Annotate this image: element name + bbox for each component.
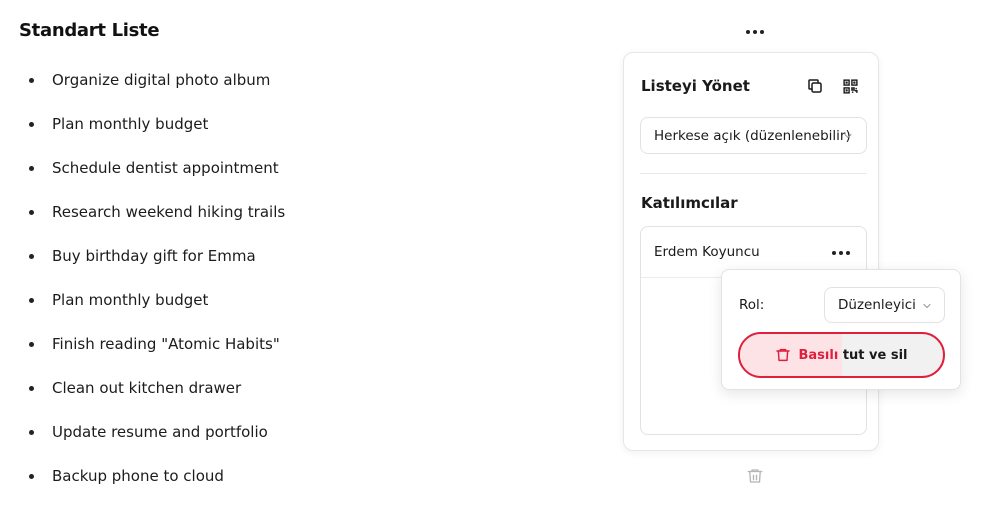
hold-to-delete-button[interactable]: Basılı tut ve sil — [738, 332, 945, 378]
role-value: Düzenleyici — [838, 297, 916, 313]
task-label: Update resume and portfolio — [52, 423, 268, 441]
hold-delete-content: Basılı tut ve sil — [740, 334, 943, 376]
task-item[interactable]: Update resume and portfolio — [0, 410, 285, 454]
task-label: Organize digital photo album — [52, 71, 271, 89]
task-item[interactable]: Schedule dentist appointment — [0, 146, 285, 190]
task-list: Organize digital photo album Plan monthl… — [0, 58, 285, 498]
task-label: Clean out kitchen drawer — [52, 379, 242, 397]
task-label: Plan monthly budget — [52, 115, 209, 133]
role-select[interactable]: Düzenleyici — [824, 287, 945, 323]
delete-label-highlight: Basılı — [798, 347, 839, 363]
manage-list-panel: Listeyi Yönet Herkese açık (düzenlenebil… — [623, 52, 879, 451]
bullet — [29, 386, 34, 391]
trash-icon — [747, 469, 763, 483]
more-horizontal-icon — [832, 251, 850, 255]
delete-task-button[interactable] — [746, 467, 764, 485]
page-title: Standart Liste — [19, 20, 160, 41]
task-label: Schedule dentist appointment — [52, 159, 279, 177]
role-label: Rol: — [739, 297, 765, 313]
bullet — [29, 254, 34, 259]
task-item[interactable]: Organize digital photo album — [0, 58, 285, 102]
qr-code-button[interactable] — [839, 75, 861, 97]
participant-options-button[interactable] — [827, 243, 855, 263]
task-item[interactable]: Plan monthly budget — [0, 102, 285, 146]
bullet — [29, 122, 34, 127]
bullet — [29, 166, 34, 171]
task-item[interactable]: Plan monthly budget — [0, 278, 285, 322]
task-item[interactable]: Buy birthday gift for Emma — [0, 234, 285, 278]
list-options-button[interactable] — [741, 22, 769, 42]
task-label: Finish reading "Atomic Habits" — [52, 335, 280, 353]
access-select[interactable]: Herkese açık (düzenlenebilir) — [640, 117, 867, 154]
participants-title: Katılımcılar — [641, 194, 738, 212]
task-item[interactable]: Clean out kitchen drawer — [0, 366, 285, 410]
bullet — [29, 78, 34, 83]
participant-name: Erdem Koyuncu — [654, 244, 760, 260]
copy-icon — [808, 79, 822, 93]
bullet — [29, 298, 34, 303]
bullet — [29, 474, 34, 479]
delete-label-rest: tut ve sil — [842, 347, 908, 363]
bullet — [29, 430, 34, 435]
task-label: Backup phone to cloud — [52, 467, 224, 485]
task-label: Plan monthly budget — [52, 291, 209, 309]
task-item[interactable]: Finish reading "Atomic Habits" — [0, 322, 285, 366]
task-label: Research weekend hiking trails — [52, 203, 286, 221]
trash-icon — [776, 348, 791, 362]
task-item[interactable]: Backup phone to cloud — [0, 454, 285, 498]
chevron-down-icon — [923, 303, 931, 309]
more-horizontal-icon — [746, 30, 764, 34]
chevron-down-icon — [844, 133, 852, 139]
divider — [640, 173, 867, 174]
task-label: Buy birthday gift for Emma — [52, 247, 256, 265]
task-item[interactable]: Research weekend hiking trails — [0, 190, 285, 234]
participant-role-popover: Rol: Düzenleyici Basılı tut ve sil — [721, 269, 961, 390]
qr-code-icon — [842, 78, 858, 94]
access-value: Herkese açık (düzenlenebilir) — [654, 127, 851, 144]
panel-title: Listeyi Yönet — [641, 77, 750, 95]
bullet — [29, 210, 34, 215]
copy-link-button[interactable] — [804, 75, 826, 97]
bullet — [29, 342, 34, 347]
